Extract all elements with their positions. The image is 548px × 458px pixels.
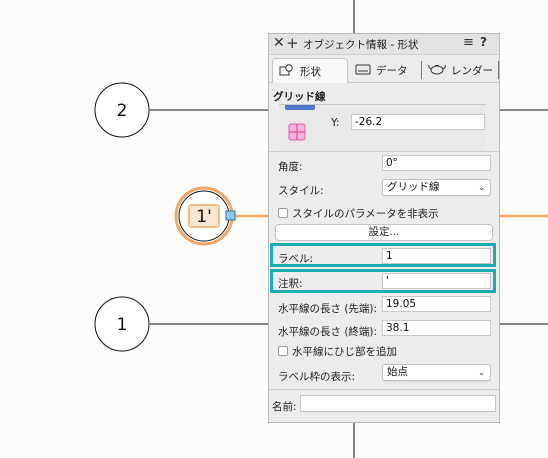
close-icon[interactable]: ✕ — [273, 35, 285, 51]
plus-icon[interactable]: + — [286, 34, 299, 52]
label-field[interactable]: 1 — [382, 248, 491, 264]
angle-field[interactable]: 0° — [382, 155, 491, 171]
grid-preview-icon — [285, 105, 315, 110]
data-icon — [355, 63, 371, 78]
palette-tabs: 形状 データ レンダー — [269, 55, 499, 83]
tab-render[interactable]: レンダー — [422, 61, 499, 79]
selection-handle[interactable] — [225, 210, 236, 221]
frame-display-select[interactable]: 始点 ⌄ — [382, 364, 491, 381]
hide-style-params-checkbox[interactable] — [278, 208, 288, 218]
grid-view-icon — [288, 123, 306, 144]
chevron-down-icon: ⌄ — [478, 368, 485, 377]
style-select-value: グリッド線 — [387, 181, 440, 193]
preview-thumbnail-area: Y: -26.2 — [279, 104, 486, 151]
palette-title: オブジェクト情報 - 形状 — [303, 39, 419, 51]
divider — [269, 151, 499, 152]
note-field[interactable]: ' — [382, 273, 491, 289]
shape-icon — [279, 63, 295, 79]
label-label: ラベル: — [278, 253, 314, 265]
grid-bubble-2-label: 2 — [117, 101, 128, 121]
style-label: スタイル: — [278, 185, 324, 197]
divider — [269, 389, 499, 390]
help-button[interactable]: ? — [480, 35, 487, 49]
tab-data-label: データ — [376, 64, 408, 77]
hline-start-label: 水平線の長さ (先端): — [278, 303, 378, 315]
hline-end-label: 水平線の長さ (終端): — [278, 326, 378, 338]
note-label: 注釈: — [278, 278, 303, 290]
hamburger-icon[interactable]: ≡ — [463, 35, 474, 50]
object-info-palette: ✕ + オブジェクト情報 - 形状 ≡ ? 形状 データ レンダー グリッド線 — [268, 33, 500, 423]
y-field[interactable]: -26.2 — [351, 114, 485, 130]
style-select[interactable]: グリッド線 ⌄ — [382, 179, 491, 196]
hide-style-params-label: スタイルのパラメータを非表示 — [292, 208, 439, 220]
hline-start-field[interactable]: 19.05 — [382, 296, 491, 312]
grid-bubble-1-label: 1 — [117, 315, 128, 335]
add-hinge-label: 水平線にひじ部を追加 — [292, 346, 397, 358]
tab-shape[interactable]: 形状 — [272, 58, 348, 83]
tab-data[interactable]: データ — [349, 61, 422, 79]
settings-button[interactable]: 設定... — [275, 224, 493, 241]
tab-shape-label: 形状 — [300, 65, 321, 78]
add-hinge-checkbox[interactable] — [278, 346, 288, 356]
grid-bubble-1prime-label: 1' — [196, 207, 212, 227]
tab-render-label: レンダー — [451, 64, 493, 77]
hline-end-field[interactable]: 38.1 — [382, 320, 491, 336]
frame-display-select-value: 始点 — [387, 366, 408, 378]
chevron-down-icon: ⌄ — [478, 183, 485, 192]
frame-display-label: ラベル枠の表示: — [278, 371, 356, 383]
name-field[interactable] — [300, 395, 496, 412]
name-label: 名前: — [272, 401, 297, 413]
y-label: Y: — [331, 117, 340, 129]
section-title: グリッド線 — [273, 91, 326, 103]
palette-titlebar[interactable]: ✕ + オブジェクト情報 - 形状 ≡ ? — [269, 34, 499, 55]
angle-label: 角度: — [278, 161, 303, 173]
teapot-icon — [428, 62, 446, 78]
